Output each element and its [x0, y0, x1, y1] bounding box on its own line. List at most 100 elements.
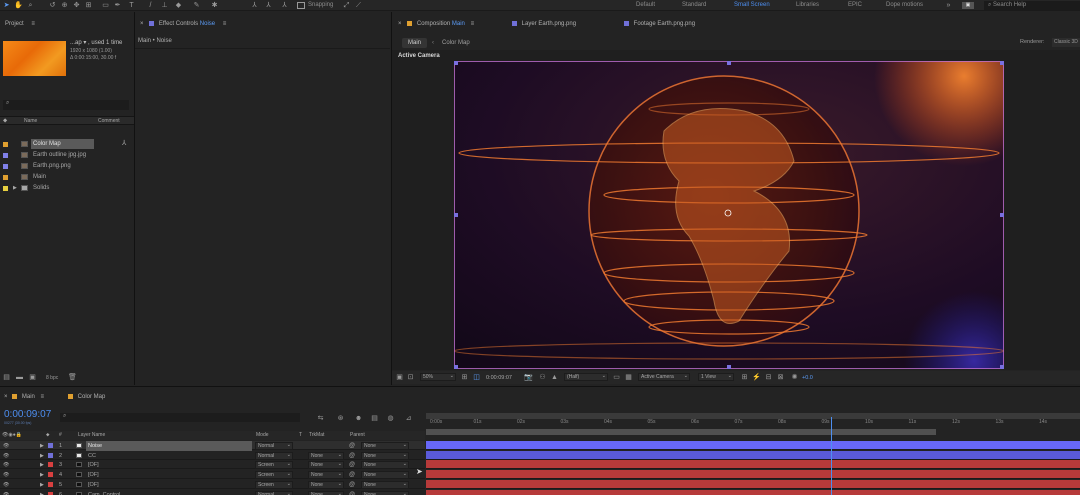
exposure-icon[interactable]: ✺ — [790, 373, 799, 382]
layer-row[interactable]: 👁 ▶ 6 Cam_ControlNormal None @ None — [0, 489, 425, 495]
thumb-dropdown-icon[interactable]: ▾ — [83, 40, 86, 46]
parent-pickwhip-icon[interactable]: @ — [349, 441, 355, 451]
composition-tab[interactable]: × Composition Main ≡ — [398, 17, 474, 31]
pan-camera-icon[interactable]: ✥ — [72, 1, 81, 10]
parent-pickwhip-icon[interactable]: @ — [349, 490, 355, 495]
layer-row[interactable]: 👁 ▶ 3 [OF]Screen None @ None — [0, 460, 425, 470]
expand-layer-icon[interactable]: ▶ — [40, 480, 44, 490]
workspace-standard[interactable]: Standard — [682, 2, 706, 8]
project-search-input[interactable]: ⌕ — [3, 100, 129, 110]
layer-name[interactable]: Cam_Control — [86, 490, 252, 495]
workspace-small-screen[interactable]: Small Screen — [734, 2, 770, 8]
expand-layer-icon[interactable]: ▶ — [40, 441, 44, 451]
type-tool-icon[interactable]: T — [127, 1, 136, 10]
visibility-eye-icon[interactable]: 👁 — [3, 451, 9, 461]
layer-duration-bar[interactable] — [426, 470, 1080, 480]
project-item[interactable]: Earth.png.png — [0, 161, 134, 171]
interpret-footage-icon[interactable]: ▤ — [2, 373, 11, 382]
workspace-overflow-icon[interactable]: » — [944, 1, 953, 10]
safe-zones-icon[interactable]: ⊞ — [460, 373, 469, 382]
layer-label-swatch[interactable] — [48, 443, 53, 448]
blend-mode-dropdown[interactable]: Screen — [255, 480, 293, 489]
label-color-swatch[interactable] — [3, 142, 8, 147]
toggle-pixel-aspect-icon[interactable]: ⊞ — [740, 373, 749, 382]
parent-dropdown[interactable]: None — [361, 490, 409, 495]
layer-label-swatch[interactable] — [48, 472, 53, 478]
layer-label-swatch[interactable] — [48, 452, 53, 458]
project-col-comment[interactable]: Comment — [98, 118, 120, 124]
label-color-swatch[interactable] — [3, 164, 8, 169]
blend-mode-dropdown[interactable]: Normal — [255, 451, 293, 460]
workspace-libraries[interactable]: Libraries — [796, 2, 819, 8]
close-panel-icon[interactable]: × — [140, 21, 144, 27]
roto-brush-icon[interactable]: ✎ — [192, 1, 201, 10]
timeline-timecode[interactable]: 0:00:09:07 — [4, 409, 51, 420]
layer-row[interactable]: 👁 ▶ 2 CCNormal None @ None — [0, 450, 425, 461]
timeline-search-input[interactable]: ⌕ — [60, 413, 300, 422]
project-item[interactable]: Color Map ⅄ — [0, 139, 134, 149]
always-preview-icon[interactable]: ▣ — [395, 373, 404, 382]
workspace-default[interactable]: Default — [636, 2, 655, 8]
expand-layer-icon[interactable]: ▶ — [40, 460, 44, 470]
panel-menu-icon[interactable]: ≡ — [31, 21, 35, 27]
view-axis-icon[interactable]: ⅄ — [280, 1, 289, 10]
draft-3d-icon[interactable]: ⊛ — [336, 414, 345, 423]
resolution-dropdown[interactable]: (Half) — [564, 373, 608, 381]
new-folder-icon[interactable]: ▬ — [15, 373, 24, 382]
visibility-eye-icon[interactable]: 👁 — [3, 490, 9, 495]
layer-row[interactable]: 👁 ▶ 1 NoiseNormal @ None — [0, 441, 425, 451]
project-item[interactable]: ▶ Solids — [0, 183, 134, 193]
parent-pickwhip-icon[interactable]: @ — [349, 460, 355, 470]
comp-flowchart-icon[interactable]: ⊠ — [776, 373, 785, 382]
layer-name[interactable]: Noise — [86, 441, 252, 451]
project-panel-header[interactable]: Project ≡ — [5, 17, 35, 31]
selection-tool-icon[interactable]: ➤ — [2, 1, 11, 10]
visibility-eye-icon[interactable]: 👁 — [3, 441, 9, 451]
track-matte-dropdown[interactable]: None — [308, 451, 344, 460]
layer-duration-bar[interactable] — [426, 489, 1080, 495]
camera-dropdown[interactable]: Active Camera — [638, 373, 690, 381]
blend-mode-dropdown[interactable]: Normal — [255, 442, 293, 450]
new-comp-icon[interactable]: ▣ — [28, 373, 37, 382]
project-item[interactable]: Earth outline jpg.jpg — [0, 150, 134, 160]
layer-name[interactable]: [OF] — [86, 480, 252, 490]
project-col-name[interactable]: Name — [24, 118, 37, 124]
region-of-interest-icon[interactable]: ▭ — [612, 373, 621, 382]
layer-name[interactable]: [OF] — [86, 470, 252, 480]
visibility-eye-icon[interactable]: 👁 — [3, 470, 9, 480]
close-panel-icon[interactable]: × — [398, 21, 402, 27]
rectangle-tool-icon[interactable]: ▭ — [101, 1, 110, 10]
layer-duration-bar[interactable] — [426, 450, 1080, 460]
visibility-eye-icon[interactable]: 👁 — [3, 480, 9, 490]
zoom-dropdown[interactable]: 50% — [420, 373, 456, 381]
local-axis-icon[interactable]: ⅄ — [250, 1, 259, 10]
panel-menu-icon[interactable]: ≡ — [223, 21, 227, 27]
brush-tool-icon[interactable]: / — [146, 1, 155, 10]
clone-stamp-icon[interactable]: ⊥ — [160, 1, 169, 10]
track-matte-dropdown[interactable]: None — [308, 471, 344, 480]
layer-tab[interactable]: Layer Earth.png.png — [512, 17, 576, 31]
comp-mini-flowchart-icon[interactable]: ⇆ — [316, 414, 325, 423]
parent-dropdown[interactable]: None — [361, 442, 409, 450]
panel-menu-icon[interactable]: ≡ — [41, 394, 45, 400]
layer-row[interactable]: 👁 ▶ 5 [OF]Screen None @ None — [0, 479, 425, 490]
av-switches-icon[interactable]: 👁◉●🔒 — [2, 432, 22, 438]
channel-icon[interactable]: ▲ — [550, 373, 559, 382]
label-color-swatch[interactable] — [3, 153, 8, 158]
view-layout-dropdown[interactable]: 1 View — [698, 373, 734, 381]
exposure-value[interactable]: +0.0 — [802, 375, 813, 381]
sync-icon[interactable]: ▣ — [962, 2, 974, 9]
layer-row[interactable]: 👁 ▶ 4 [OF]Screen None @ None — [0, 470, 425, 480]
shy-layers-icon[interactable]: ☻ — [354, 414, 363, 423]
layer-duration-bar[interactable] — [426, 460, 1080, 470]
label-column-icon[interactable]: ⬥ — [46, 432, 50, 438]
blend-mode-dropdown[interactable]: Screen — [255, 461, 293, 470]
label-color-swatch[interactable] — [3, 175, 8, 180]
layer-name[interactable]: [OF] — [86, 460, 252, 470]
track-matte-dropdown[interactable]: None — [308, 480, 344, 489]
track-matte-dropdown[interactable]: None — [308, 490, 344, 495]
comp-frame[interactable] — [454, 61, 1004, 369]
motion-blur-icon[interactable]: ◍ — [386, 414, 395, 423]
composition-viewer[interactable]: Active Camera — [392, 50, 1080, 370]
close-panel-icon[interactable]: × — [4, 394, 8, 400]
